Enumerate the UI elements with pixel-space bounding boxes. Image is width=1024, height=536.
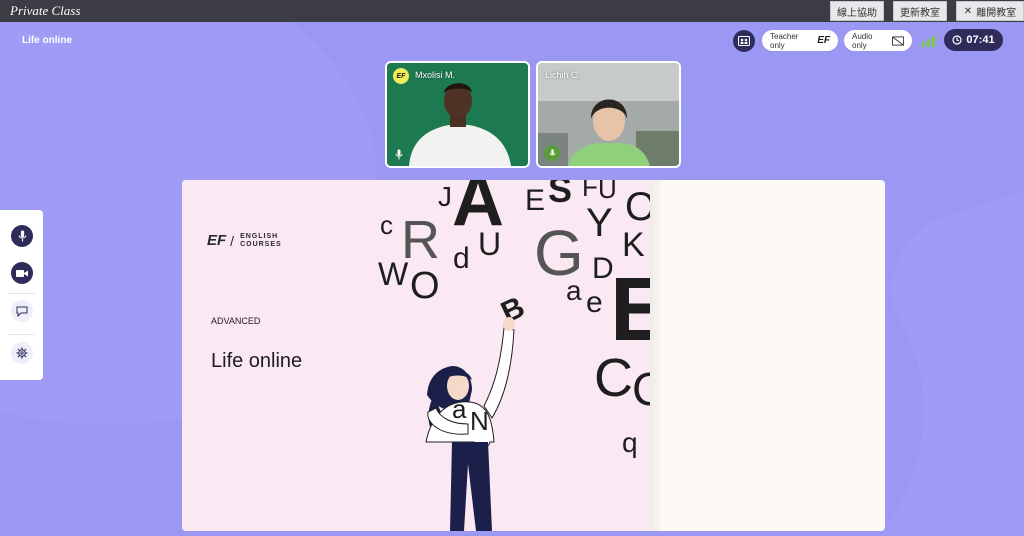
video-off-icon [892,35,904,46]
svg-text:N: N [470,406,489,436]
svg-text:O: O [410,265,440,307]
left-toolbar [0,210,43,380]
svg-text:O: O [625,185,650,229]
ef-logo: EF [817,35,830,46]
lesson-slide[interactable]: EF / ENGLISH COURSES ADVANCED Life onlin… [182,180,885,531]
clock-icon [952,35,963,45]
svg-text:E: E [525,184,545,217]
svg-text:J: J [438,181,452,212]
svg-text:S: S [548,180,572,210]
speaking-indicator [544,145,560,161]
layout-toggle-button[interactable] [733,30,755,52]
participant-name: Mxolisi M. [415,70,455,80]
class-timer: 07:41 [944,29,1003,51]
svg-text:E: E [610,260,650,360]
refresh-classroom-button[interactable]: 更新教室 [893,1,947,21]
svg-text:d: d [453,242,470,275]
svg-text:W: W [378,256,409,292]
svg-text:C: C [594,348,633,408]
ef-badge: EF [393,68,409,84]
microphone-icon [395,149,403,160]
svg-text:a: a [566,275,582,306]
svg-text:F: F [582,180,598,202]
svg-text:U: U [478,226,501,262]
connection-signal-icon [922,36,935,47]
online-help-button[interactable]: 線上協助 [830,1,884,21]
svg-text:C: C [632,363,650,415]
microphone-button[interactable] [11,225,33,247]
settings-icon [16,347,28,359]
microphone-icon [18,230,26,242]
chat-button[interactable] [11,300,33,322]
teacher-only-toggle[interactable]: Teacher only EF [762,30,838,51]
svg-text:q: q [622,427,638,458]
chat-icon [16,306,28,317]
audio-only-label: Audio only [852,31,873,50]
window-title: Private Class [10,3,81,18]
lesson-title: Life online [22,35,72,46]
camera-button[interactable] [11,262,33,284]
letters-illustration: J A E S F U O c R U G Y K d W O D a e E … [378,180,650,531]
leave-classroom-label: 離開教室 [976,7,1017,19]
svg-text:K: K [622,226,645,264]
participant-name: Lichih C. [545,70,581,80]
timer-value: 07:41 [966,34,995,46]
microphone-icon [549,148,555,155]
window-titlebar: Private Class 線上協助 更新教室 ✕ 離開教室 [0,0,1024,22]
svg-text:c: c [380,210,393,240]
slide-fold-shadow [650,180,664,531]
close-icon: ✕ [963,5,973,17]
svg-text:a: a [452,394,467,424]
svg-text:e: e [586,286,603,319]
camera-icon [16,269,28,277]
toolbar-divider [8,334,35,335]
participant-video-tile[interactable]: Lichih C. [536,61,681,168]
audio-only-toggle[interactable]: Audio only [844,30,912,51]
layout-icon [738,36,750,46]
toolbar-divider [8,293,35,294]
svg-text:Y: Y [586,201,613,245]
settings-button[interactable] [11,342,33,364]
participant-video-tile[interactable]: EF Mxolisi M. [385,61,530,168]
leave-classroom-button[interactable]: ✕ 離開教室 [956,1,1024,21]
teacher-only-label: Teacher only [770,31,799,50]
